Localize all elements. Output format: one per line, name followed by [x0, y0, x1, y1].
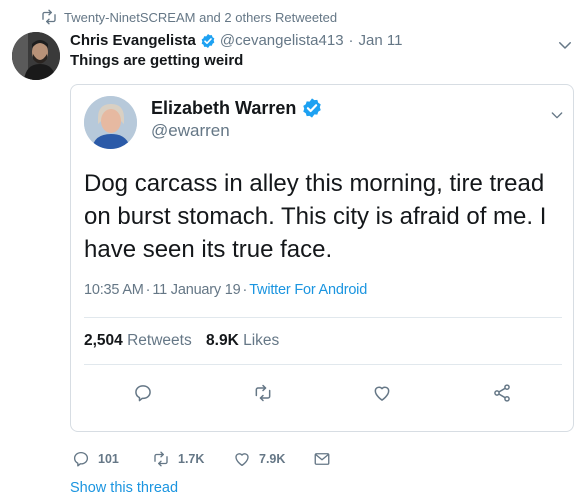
verified-badge-icon: [301, 97, 323, 119]
quoted-tweet-text: Dog carcass in alley this morning, tire …: [84, 170, 547, 263]
outer-avatar[interactable]: [12, 32, 60, 80]
quoted-author-handle[interactable]: @ewarren: [151, 121, 230, 141]
quoted-tweet-meta: 10:35 AM · 11 January 19 · Twitter For Andro…: [84, 282, 367, 298]
quoted-source-link[interactable]: Twitter For Android: [249, 282, 367, 298]
retweet-context[interactable]: Twenty-NinetSCREAM and 2 others Retweete…: [40, 8, 337, 26]
outer-tweet-text: Things are getting weird: [70, 52, 244, 69]
retweets-count: 2,504: [84, 332, 123, 349]
retweet-icon: [40, 8, 58, 26]
verified-badge-icon: [200, 33, 216, 49]
likes-count: 8.9K: [206, 332, 239, 349]
outer-more-chevron-down-icon[interactable]: [556, 36, 574, 54]
quoted-date[interactable]: 11 January 19: [152, 282, 240, 298]
outer-retweet-button[interactable]: 1.7K: [152, 450, 204, 468]
quoted-name-row: Elizabeth Warren: [151, 97, 323, 119]
divider: [84, 317, 562, 318]
meta-separator: ·: [145, 282, 151, 298]
quoted-stats: 2,504 Retweets 8.9K Likes: [84, 332, 279, 350]
outer-tweet-time[interactable]: Jan 11: [359, 32, 403, 49]
likes-stat[interactable]: 8.9K Likes: [206, 332, 279, 349]
reply-icon: [72, 450, 90, 468]
quoted-tweet-card[interactable]: Elizabeth Warren @ewarren Dog carcass in…: [70, 84, 574, 432]
envelope-icon: [313, 450, 331, 468]
like-count: 7.9K: [259, 452, 286, 466]
quoted-time[interactable]: 10:35 AM: [84, 282, 144, 298]
retweet-context-text: Twenty-NinetSCREAM and 2 others Retweete…: [64, 9, 338, 25]
divider: [84, 364, 562, 365]
outer-author-handle[interactable]: @cevangelista413: [220, 32, 344, 49]
show-thread-link[interactable]: Show this thread: [70, 480, 178, 496]
reply-count: 101: [98, 452, 119, 466]
retweets-label: Retweets: [127, 332, 192, 349]
retweet-count: 1.7K: [178, 452, 205, 466]
quoted-more-chevron-down-icon[interactable]: [549, 107, 565, 123]
like-heart-icon: [233, 450, 251, 468]
likes-label: Likes: [243, 332, 280, 349]
retweet-icon: [152, 450, 170, 468]
reply-icon[interactable]: [133, 383, 153, 403]
share-icon[interactable]: [492, 383, 512, 403]
outer-tweet-header: Chris Evangelista @cevangelista413 · Jan…: [70, 32, 402, 49]
quoted-avatar[interactable]: [84, 96, 137, 149]
retweet-icon[interactable]: [253, 383, 273, 403]
outer-like-button[interactable]: 7.9K: [233, 450, 285, 468]
like-heart-icon[interactable]: [372, 383, 392, 403]
retweets-stat[interactable]: 2,504 Retweets: [84, 332, 192, 349]
outer-reply-button[interactable]: 101: [72, 450, 119, 468]
quoted-author-name[interactable]: Elizabeth Warren: [151, 98, 296, 119]
meta-separator: ·: [242, 282, 248, 298]
outer-author-name[interactable]: Chris Evangelista: [70, 32, 196, 49]
separator-dot: ·: [348, 32, 354, 49]
outer-direct-message-button[interactable]: [313, 450, 339, 468]
